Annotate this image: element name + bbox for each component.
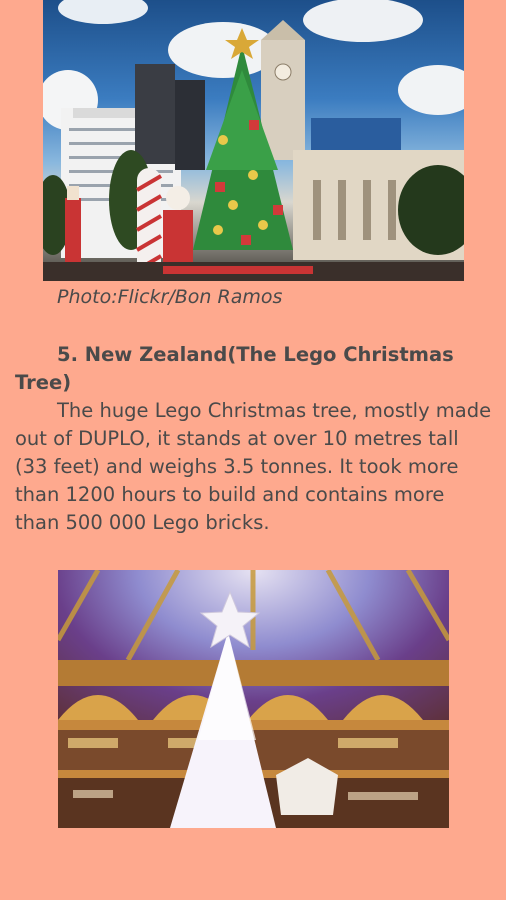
article-section: 5. New Zealand(The Lego Christmas Tree) …: [15, 341, 493, 537]
section-heading: 5. New Zealand(The Lego Christmas Tree): [15, 343, 454, 394]
galeries-lafayette-christmas-tree-photo: [58, 570, 449, 828]
lego-christmas-tree-photo: [43, 0, 464, 281]
section-body: The huge Lego Christmas tree, mostly mad…: [15, 399, 492, 534]
department-store-tree-illustration: [58, 570, 449, 828]
lego-tree-illustration: [43, 0, 464, 281]
photo-caption: Photo:Flickr/Bon Ramos: [57, 286, 283, 308]
